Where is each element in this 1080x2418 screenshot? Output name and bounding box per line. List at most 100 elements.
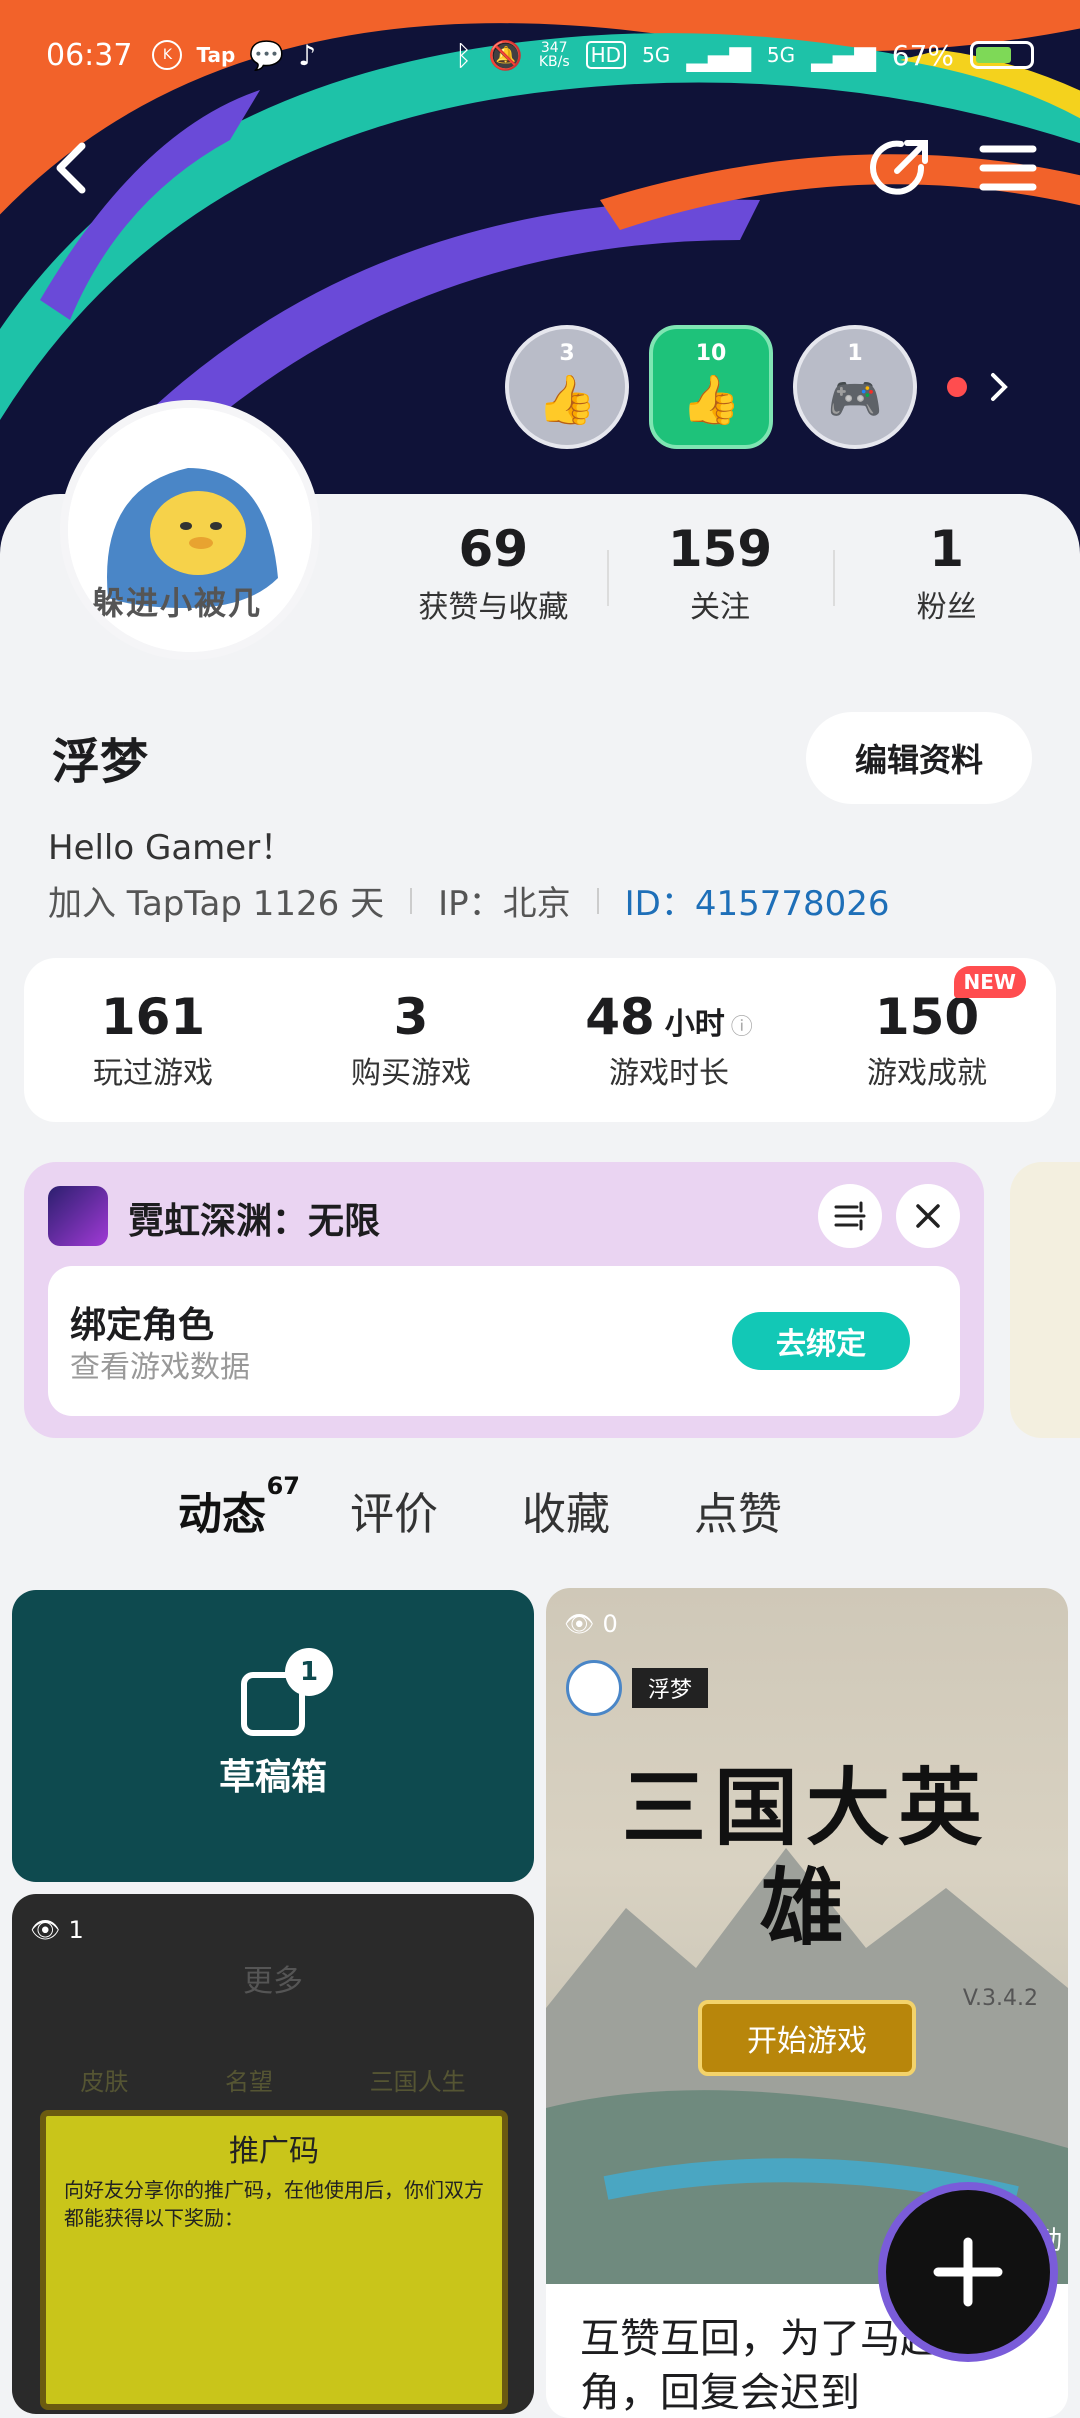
menu-item: 三国人生 xyxy=(369,2068,466,2096)
stat-followers[interactable]: 1 粉丝 xyxy=(833,520,1060,626)
net-speed: 347 KB/s xyxy=(539,41,570,69)
bluetooth-icon: ᛒ xyxy=(455,38,472,72)
view-count-value: 0 xyxy=(602,1610,618,1638)
share-button[interactable] xyxy=(860,128,940,208)
edit-profile-button[interactable]: 编辑资料 xyxy=(806,712,1032,804)
battery-text: 67% xyxy=(891,38,954,72)
eye-icon: 👁 xyxy=(564,1610,595,1638)
badge-count: 1 xyxy=(847,341,863,366)
thumbs-up-icon: 👍 xyxy=(537,371,597,428)
draft-icon: 1 xyxy=(241,1648,333,1736)
status-bar: 06:37 K Tap 💬 ♪ ᛒ 🔕 347 KB/s HD 5G ▂▄▆ 5… xyxy=(0,0,1080,110)
post-image: 👁0 浮梦 三国大英雄 V.3.4.2 开始游戏 动 xyxy=(546,1588,1068,2284)
avatar-caption: 躲进小被几 xyxy=(92,584,263,622)
stat-value: 150 xyxy=(874,988,980,1046)
app-k-icon: K xyxy=(152,40,183,70)
tab-favorites[interactable]: 收藏 xyxy=(522,1478,610,1542)
taptap-icon: Tap xyxy=(196,43,236,67)
badge-like-green[interactable]: 10 👍 xyxy=(649,325,773,449)
game-title-art: 三国大英雄 xyxy=(621,1759,990,1957)
tab-posts[interactable]: 动态 67 xyxy=(178,1472,300,1546)
menu-item: 皮肤 xyxy=(80,2068,129,2096)
signal-1: 5G xyxy=(642,43,671,67)
start-game-button: 开始游戏 xyxy=(698,2000,916,2076)
user-meta: 加入 TapTap 1126 天 IP：北京 ID：415778026 xyxy=(48,876,890,925)
next-bind-card[interactable] xyxy=(1010,1162,1080,1438)
hd-icon: HD xyxy=(585,41,627,69)
stat-value: 69 xyxy=(458,520,529,578)
eye-icon: 👁 xyxy=(30,1916,61,1944)
battery-icon xyxy=(970,41,1034,69)
info-icon[interactable]: ⓘ xyxy=(731,1015,753,1040)
signal-2: 5G xyxy=(766,43,796,67)
badge-row[interactable]: 3 👍 10 👍 1 🎮 xyxy=(505,325,1011,449)
game-name: 霓虹深渊：无限 xyxy=(128,1201,381,1242)
menu-item: 名望 xyxy=(224,2068,273,2096)
stat-value: 161 xyxy=(100,988,206,1046)
stat-achievements[interactable]: NEW 150 游戏成就 xyxy=(798,966,1056,1092)
bind-role-panel: 绑定角色 查看游戏数据 去绑定 xyxy=(48,1266,960,1416)
stat-label: 粉丝 xyxy=(916,590,977,625)
avatar[interactable]: 躲进小被几 xyxy=(60,400,320,660)
promo-text: 向好友分享你的推广码，在他使用后，你们双方都能获得以下奖励： xyxy=(64,2178,484,2230)
back-button[interactable] xyxy=(30,128,110,208)
draft-count-badge: 1 xyxy=(285,1648,333,1696)
stat-label: 关注 xyxy=(690,590,750,625)
game-icon xyxy=(48,1186,108,1246)
stat-label: 游戏成就 xyxy=(867,1056,987,1091)
tiktok-icon: ♪ xyxy=(298,38,317,72)
view-count: 👁 1 xyxy=(30,1916,84,1944)
sliders-icon xyxy=(834,1201,866,1231)
plus-icon xyxy=(933,2237,1003,2307)
chevron-right-icon[interactable] xyxy=(987,369,1011,405)
create-post-button[interactable] xyxy=(878,2182,1058,2362)
join-days: 加入 TapTap 1126 天 xyxy=(48,884,385,924)
divider xyxy=(410,887,413,914)
close-icon xyxy=(916,1204,940,1228)
view-count-value: 1 xyxy=(68,1916,84,1944)
battery-level xyxy=(976,47,1011,63)
stat-following[interactable]: 159 关注 xyxy=(606,520,834,626)
author-name: 浮梦 xyxy=(632,1668,709,1708)
stat-value: 3 xyxy=(393,988,429,1046)
stat-played-games[interactable]: 161 玩过游戏 xyxy=(24,988,282,1092)
badge-gamepad[interactable]: 1 🎮 xyxy=(793,325,917,449)
net-speed-unit: KB/s xyxy=(538,54,570,70)
mute-icon: 🔕 xyxy=(487,38,523,72)
stat-label: 购买游戏 xyxy=(351,1056,471,1091)
tab-count: 67 xyxy=(266,1472,300,1500)
bind-title: 绑定角色 xyxy=(70,1305,215,1346)
menu-button[interactable] xyxy=(968,128,1048,208)
post-menu-title: 更多 xyxy=(243,1964,303,1999)
go-bind-button[interactable]: 去绑定 xyxy=(732,1312,910,1370)
stat-bought-games[interactable]: 3 购买游戏 xyxy=(282,988,540,1092)
promo-title: 推广码 xyxy=(229,2134,319,2169)
stat-likes[interactable]: 69 获赞与收藏 xyxy=(380,520,607,626)
signal-bars-icon: ▂▄▆ xyxy=(811,38,876,72)
tab-label: 动态 xyxy=(178,1489,266,1540)
draft-box[interactable]: 1 草稿箱 xyxy=(12,1590,534,1882)
user-id[interactable]: ID：415778026 xyxy=(625,876,890,925)
post-card[interactable]: 👁 1 更多 皮肤 名望 三国人生 推广码 向好友分享你的推广码，在他使用后，你们… xyxy=(12,1894,534,2414)
stat-value: 1 xyxy=(929,520,965,578)
badge-like-gray[interactable]: 3 👍 xyxy=(505,325,629,449)
view-count: 👁 0 xyxy=(564,1610,618,1638)
stat-play-time[interactable]: 48 小时 ⓘ 游戏时长 xyxy=(540,988,798,1092)
signal-bars-icon: ▂▄▆ xyxy=(686,38,751,72)
back-arrow-icon xyxy=(56,142,86,194)
user-name: 浮梦 xyxy=(52,734,149,790)
bind-subtitle: 查看游戏数据 xyxy=(70,1350,250,1385)
badge-count: 3 xyxy=(559,341,575,366)
close-button[interactable] xyxy=(896,1184,960,1248)
divider xyxy=(596,887,599,914)
gamepad-icon: 🎮 xyxy=(827,374,883,425)
new-badge: NEW xyxy=(953,966,1026,998)
stat-label: 游戏时长 xyxy=(609,1056,729,1091)
ip-location: IP：北京 xyxy=(438,884,571,924)
badge-count: 10 xyxy=(695,341,727,366)
tab-reviews[interactable]: 评价 xyxy=(350,1478,438,1542)
bind-role-card[interactable]: 霓虹深渊：无限 绑定角色 查看游戏数据 去绑定 xyxy=(24,1162,984,1438)
tab-likes[interactable]: 点赞 xyxy=(694,1478,782,1542)
thumbs-up-icon: 👍 xyxy=(681,371,741,428)
options-button[interactable] xyxy=(818,1184,882,1248)
